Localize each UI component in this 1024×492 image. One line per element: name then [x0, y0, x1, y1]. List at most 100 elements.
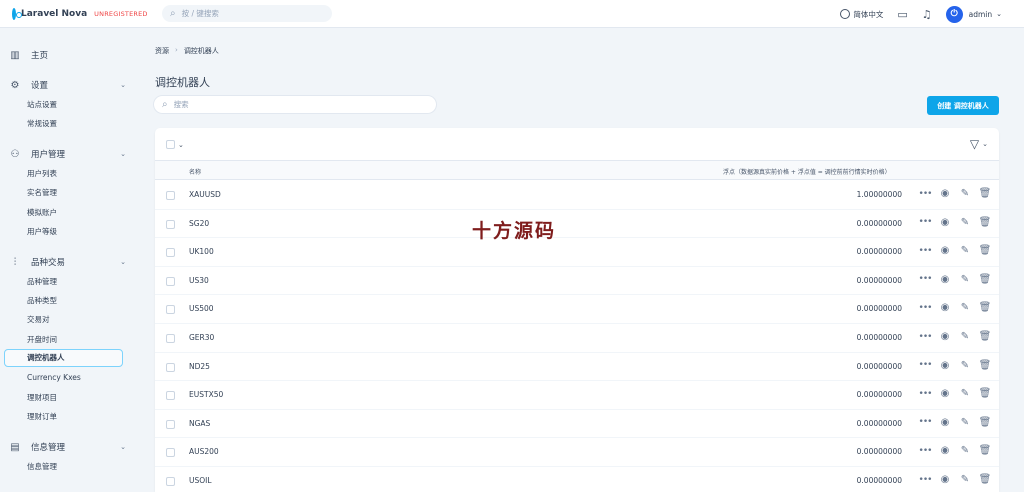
chevron-down-icon[interactable]: ⌄ [178, 141, 184, 149]
sidebar-item-user-list[interactable]: 用户列表 [27, 168, 57, 179]
more-actions-icon[interactable]: ••• [915, 389, 935, 399]
view-icon[interactable]: ◉ [935, 217, 955, 228]
chevron-down-icon[interactable]: ⌄ [996, 10, 1002, 18]
row-checkbox[interactable] [166, 419, 175, 429]
view-icon[interactable]: ◉ [935, 302, 955, 313]
row-name[interactable]: USOIL [189, 476, 212, 485]
create-robot-button[interactable]: 创建 调控机器人 [927, 96, 999, 115]
edit-icon[interactable]: ✎ [955, 188, 975, 199]
sidebar-item-demo-accounts[interactable]: 模拟账户 [27, 207, 57, 218]
resource-search[interactable]: ⌕ [154, 96, 436, 113]
view-icon[interactable]: ◉ [935, 331, 955, 342]
select-all-checkbox[interactable]: ⌄ [166, 140, 184, 149]
table-row[interactable]: EUSTX50 0.00000000 ••• ◉ ✎ 🗑 [155, 381, 999, 410]
trash-icon[interactable]: 🗑 [975, 302, 995, 313]
sidebar-item-user-levels[interactable]: 用户等级 [27, 226, 57, 237]
edit-icon[interactable]: ✎ [955, 274, 975, 285]
trash-icon[interactable]: 🗑 [975, 188, 995, 199]
edit-icon[interactable]: ✎ [955, 360, 975, 371]
view-icon[interactable]: ◉ [935, 245, 955, 256]
row-checkbox[interactable] [166, 191, 175, 200]
sidebar-group-trading[interactable]: ⫶ 品种交易 ⌄ [8, 254, 130, 270]
resource-search-input[interactable] [173, 100, 414, 109]
sidebar-group-messages[interactable]: ▤ 信息管理 ⌄ [8, 439, 130, 455]
more-actions-icon[interactable]: ••• [915, 360, 935, 370]
edit-icon[interactable]: ✎ [955, 474, 975, 485]
view-icon[interactable]: ◉ [935, 388, 955, 399]
filter-button[interactable]: ▽ ⌄ [970, 137, 988, 151]
row-checkbox[interactable] [166, 362, 175, 372]
user-menu-name[interactable]: admin [969, 10, 993, 19]
edit-icon[interactable]: ✎ [955, 445, 975, 456]
row-name[interactable]: AUS200 [189, 447, 219, 456]
monitor-icon[interactable]: ▭ [897, 8, 907, 21]
sidebar-group-settings[interactable]: ⚙ 设置 ⌄ [8, 77, 130, 93]
edit-icon[interactable]: ✎ [955, 245, 975, 256]
row-checkbox[interactable] [166, 305, 175, 315]
row-checkbox[interactable] [166, 219, 175, 229]
bell-icon[interactable]: ♫ [922, 8, 932, 21]
trash-icon[interactable]: 🗑 [975, 274, 995, 285]
edit-icon[interactable]: ✎ [955, 302, 975, 313]
sidebar-item-product-types[interactable]: 品种类型 [27, 295, 57, 306]
row-name[interactable]: US500 [189, 304, 214, 313]
more-actions-icon[interactable]: ••• [915, 446, 935, 456]
sidebar-item-currency-kxes[interactable]: Currency Kxes [27, 373, 81, 382]
trash-icon[interactable]: 🗑 [975, 331, 995, 342]
view-icon[interactable]: ◉ [935, 474, 955, 485]
brand[interactable]: Laravel Nova UNREGISTERED [12, 7, 147, 20]
view-icon[interactable]: ◉ [935, 360, 955, 371]
more-actions-icon[interactable]: ••• [915, 475, 935, 485]
table-row[interactable]: USOIL 0.00000000 ••• ◉ ✎ 🗑 [155, 467, 999, 492]
more-actions-icon[interactable]: ••• [915, 217, 935, 227]
table-row[interactable]: XAUUSD 1.00000000 ••• ◉ ✎ 🗑 [155, 181, 999, 210]
table-row[interactable]: US30 0.00000000 ••• ◉ ✎ 🗑 [155, 267, 999, 296]
row-name[interactable]: EUSTX50 [189, 390, 223, 399]
more-actions-icon[interactable]: ••• [915, 246, 935, 256]
more-actions-icon[interactable]: ••• [915, 417, 935, 427]
more-actions-icon[interactable]: ••• [915, 189, 935, 199]
row-checkbox[interactable] [166, 477, 175, 486]
sidebar-item-messages[interactable]: 信息管理 [27, 461, 57, 472]
breadcrumb-resources[interactable]: 资源 [155, 46, 169, 56]
trash-icon[interactable]: 🗑 [975, 445, 995, 456]
row-checkbox[interactable] [166, 248, 175, 258]
row-name[interactable]: GER30 [189, 333, 214, 342]
sidebar-item-open-hours[interactable]: 开盘时间 [27, 334, 57, 345]
row-name[interactable]: UK100 [189, 247, 214, 256]
view-icon[interactable]: ◉ [935, 417, 955, 428]
row-name[interactable]: SG20 [189, 219, 209, 228]
trash-icon[interactable]: 🗑 [975, 474, 995, 485]
edit-icon[interactable]: ✎ [955, 417, 975, 428]
row-checkbox[interactable] [166, 276, 175, 286]
edit-icon[interactable]: ✎ [955, 217, 975, 228]
sidebar-item-real-name[interactable]: 实名管理 [27, 187, 57, 198]
more-actions-icon[interactable]: ••• [915, 274, 935, 284]
sidebar-item-trading-pairs[interactable]: 交易对 [27, 314, 50, 325]
row-name[interactable]: ND25 [189, 362, 210, 371]
view-icon[interactable]: ◉ [935, 274, 955, 285]
table-row[interactable]: SG20 0.00000000 ••• ◉ ✎ 🗑 [155, 210, 999, 239]
global-search[interactable]: ⌕ 按 / 键搜索 [162, 5, 332, 22]
more-actions-icon[interactable]: ••• [915, 332, 935, 342]
table-row[interactable]: NGAS 0.00000000 ••• ◉ ✎ 🗑 [155, 410, 999, 439]
trash-icon[interactable]: 🗑 [975, 245, 995, 256]
sidebar-item-general-settings[interactable]: 常规设置 [27, 118, 57, 129]
trash-icon[interactable]: 🗑 [975, 388, 995, 399]
table-row[interactable]: US500 0.00000000 ••• ◉ ✎ 🗑 [155, 295, 999, 324]
edit-icon[interactable]: ✎ [955, 331, 975, 342]
table-row[interactable]: UK100 0.00000000 ••• ◉ ✎ 🗑 [155, 238, 999, 267]
column-header-spread[interactable]: 浮点（数据源真实前价格 + 浮点值 = 调控前前行情实时价格） [723, 167, 891, 176]
table-row[interactable]: AUS200 0.00000000 ••• ◉ ✎ 🗑 [155, 438, 999, 467]
sidebar-item-wealth-orders[interactable]: 理财订单 [27, 411, 57, 422]
edit-icon[interactable]: ✎ [955, 388, 975, 399]
trash-icon[interactable]: 🗑 [975, 417, 995, 428]
row-name[interactable]: US30 [189, 276, 209, 285]
sidebar-group-users[interactable]: ⚇ 用户管理 ⌄ [8, 146, 130, 162]
row-name[interactable]: XAUUSD [189, 190, 221, 199]
trash-icon[interactable]: 🗑 [975, 217, 995, 228]
view-icon[interactable]: ◉ [935, 445, 955, 456]
sidebar-item-control-robot[interactable]: 调控机器人 [4, 349, 123, 367]
sidebar-item-products[interactable]: 品种管理 [27, 276, 57, 287]
row-checkbox[interactable] [166, 334, 175, 343]
